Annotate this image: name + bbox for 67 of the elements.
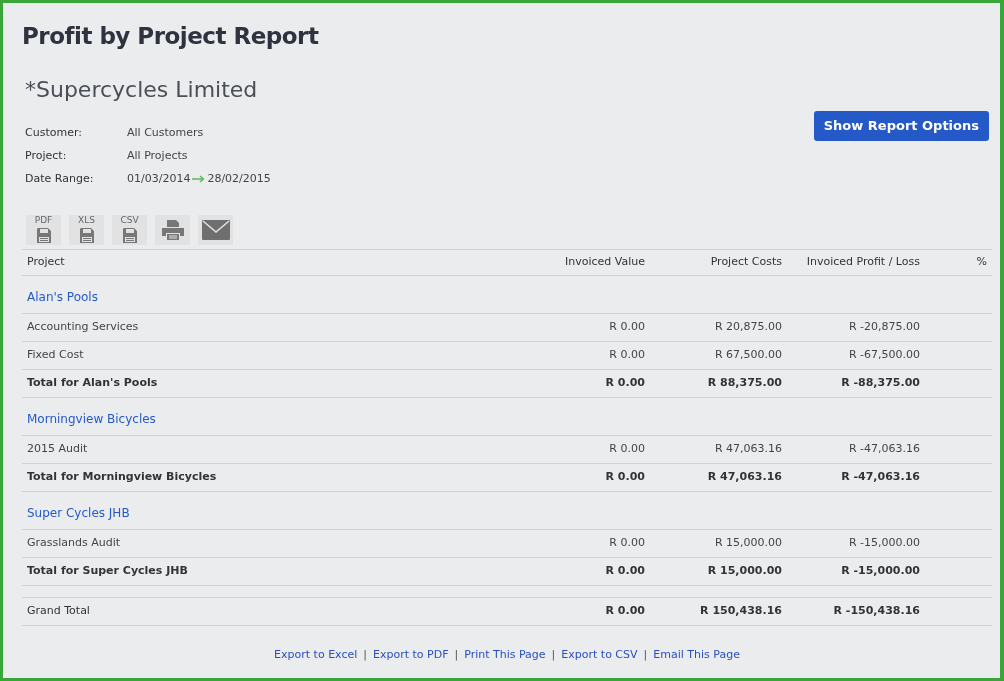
arrow-icon [192, 175, 206, 184]
amount-cell: R -20,875.00 [787, 313, 925, 342]
export-button[interactable]: CSV [112, 214, 147, 245]
project-name: 2015 Audit [22, 435, 520, 464]
total-label: Total for Super Cycles JHB [22, 557, 520, 586]
amount-cell: R -15,000.00 [787, 557, 925, 586]
footer-link[interactable]: Export to PDF [373, 646, 449, 664]
group-name: Morningview Bicycles [22, 397, 992, 436]
amount-cell: R 88,375.00 [650, 369, 787, 398]
link-separator: | [454, 646, 459, 663]
amount-cell: R -47,063.16 [787, 463, 925, 492]
amount-cell: R -47,063.16 [787, 435, 925, 464]
amount-cell: R -67,500.00 [787, 341, 925, 370]
amount-cell: R 0.00 [520, 463, 650, 492]
export-button[interactable]: XLS [69, 214, 104, 245]
amount-cell: R -15,000.00 [787, 529, 925, 558]
filter-label: Customer: [25, 124, 83, 141]
column-header: Project Costs [650, 249, 787, 276]
amount-cell: R 150,438.16 [650, 597, 787, 626]
amount-cell: R 0.00 [520, 341, 650, 370]
link-separator: | [643, 646, 648, 663]
date-from: 01/03/2014 [127, 170, 191, 187]
project-name: Fixed Cost [22, 341, 520, 370]
filter-value: All Customers [127, 124, 204, 141]
export-button[interactable]: PDF [26, 214, 61, 245]
amount-cell: R 15,000.00 [650, 529, 787, 558]
date-to: 28/02/2015 [207, 170, 271, 187]
column-header: % [925, 249, 992, 276]
amount-cell: R -150,438.16 [787, 597, 925, 626]
amount-cell: R 20,875.00 [650, 313, 787, 342]
report-title: Profit by Project Report [22, 23, 319, 51]
amount-cell: R 0.00 [520, 529, 650, 558]
group-name: Super Cycles JHB [22, 491, 992, 530]
column-header: Invoiced Value [520, 249, 650, 276]
print-button[interactable] [155, 214, 190, 245]
link-separator: | [363, 646, 367, 663]
amount-cell: R 0.00 [520, 313, 650, 342]
footer-link[interactable]: Print This Page [464, 646, 546, 664]
amount-cell: R 0.00 [520, 557, 650, 586]
amount-cell: R -88,375.00 [787, 369, 925, 398]
amount-cell: R 15,000.00 [650, 557, 787, 586]
grand-total-label: Grand Total [22, 597, 520, 626]
amount-cell: R 47,063.16 [650, 463, 787, 492]
amount-cell: R 47,063.16 [650, 435, 787, 464]
column-header: Project [22, 249, 520, 276]
amount-cell: R 67,500.00 [650, 341, 787, 370]
column-header: Invoiced Profit / Loss [787, 249, 925, 276]
total-label: Total for Alan's Pools [22, 369, 520, 398]
envelope-icon [201, 219, 230, 240]
footer-link[interactable]: Email This Page [653, 646, 740, 664]
footer-link[interactable]: Export to Excel [274, 646, 358, 664]
project-name: Accounting Services [22, 313, 520, 342]
company-name: *Supercycles Limited [25, 75, 259, 104]
filter-value: All Projects [127, 147, 188, 164]
printer-icon [161, 219, 184, 240]
email-button[interactable] [198, 214, 233, 245]
filter-label: Project: [25, 147, 68, 164]
link-separator: | [551, 646, 556, 663]
amount-cell: R 0.00 [520, 597, 650, 626]
amount-cell: R 0.00 [520, 369, 650, 398]
amount-cell: R 0.00 [520, 435, 650, 464]
show-report-options-button[interactable]: Show Report Options [813, 111, 989, 141]
total-label: Total for Morningview Bicycles [22, 463, 520, 492]
project-name: Grasslands Audit [22, 529, 520, 558]
group-name: Alan's Pools [22, 275, 992, 314]
filter-label: Date Range: [25, 170, 95, 187]
footer-link[interactable]: Export to CSV [561, 646, 638, 664]
